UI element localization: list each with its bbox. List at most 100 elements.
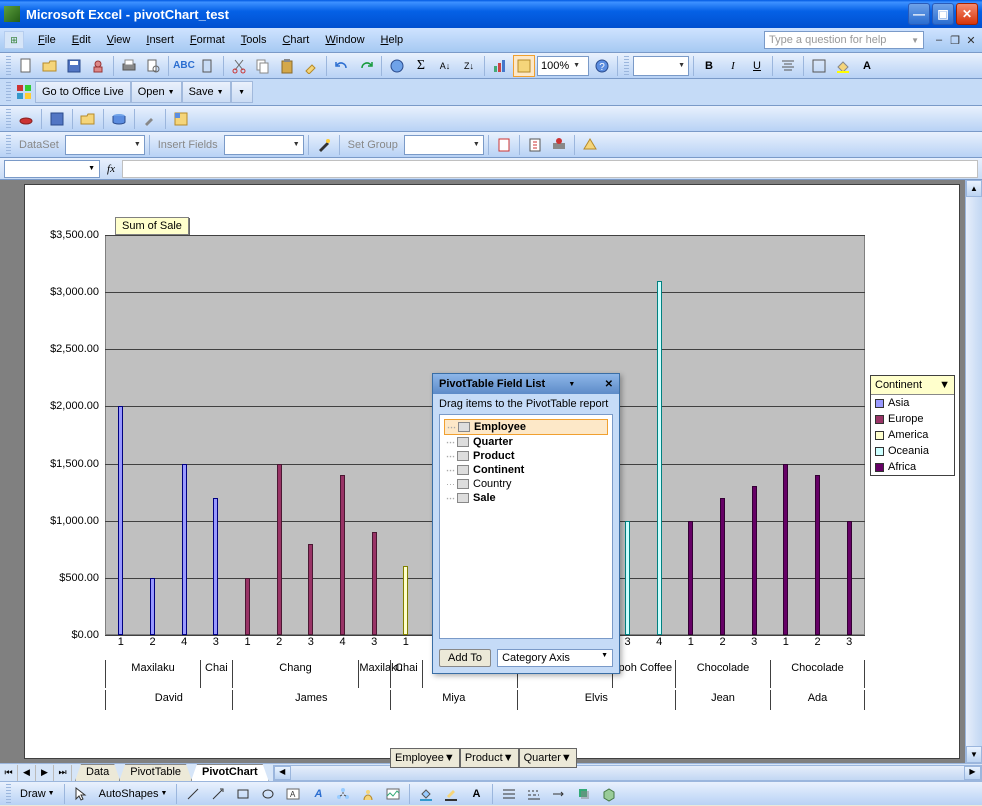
save-menu-button[interactable]: Save▼ (182, 81, 231, 103)
sort-desc-icon[interactable]: Z↓ (458, 55, 480, 77)
opus-disk-icon[interactable] (108, 108, 130, 130)
bar[interactable] (688, 521, 693, 635)
font-dropdown[interactable]: ▼ (633, 56, 689, 76)
undo-icon[interactable] (331, 55, 353, 77)
bar[interactable] (815, 475, 820, 635)
autoshapes-button[interactable]: AutoShapes▼ (95, 786, 172, 802)
field-list-body[interactable]: ⋯Employee⋯Quarter⋯Product⋯Continent⋯Coun… (439, 414, 613, 639)
drop-field-quarter[interactable]: Quarter▼ (519, 748, 577, 768)
font-color-icon[interactable]: A (856, 55, 878, 77)
line-style-icon[interactable] (498, 783, 520, 805)
maximize-button[interactable]: ▣ (932, 3, 954, 25)
copy-icon[interactable] (252, 55, 274, 77)
vertical-scrollbar[interactable]: ▲ ▼ (965, 180, 982, 763)
print-preview-icon[interactable] (142, 55, 164, 77)
arrow-style-icon[interactable] (548, 783, 570, 805)
italic-icon[interactable]: I (722, 55, 744, 77)
insertfields-dropdown[interactable]: ▼ (224, 135, 304, 155)
menu-help[interactable]: Help (373, 31, 412, 49)
app-menu-icon[interactable]: ⊞ (4, 31, 24, 49)
bar[interactable] (182, 464, 187, 635)
bar[interactable] (657, 281, 662, 635)
zoom-dropdown[interactable]: 100%▼ (537, 56, 589, 76)
sheet-tab-data[interactable]: Data (75, 764, 120, 781)
drop-field-product[interactable]: Product▼ (460, 748, 519, 768)
add-to-button[interactable]: Add To (439, 649, 491, 667)
3d-icon[interactable] (598, 783, 620, 805)
first-sheet-icon[interactable]: ⏮ (0, 765, 18, 781)
field-item-sale[interactable]: ⋯Sale (444, 491, 608, 505)
toolbar-grip[interactable] (6, 109, 11, 129)
bar[interactable] (783, 464, 788, 635)
legend-title[interactable]: Continent ▼ (871, 376, 954, 395)
permissions-icon[interactable] (87, 55, 109, 77)
drop-field-employee[interactable]: Employee▼ (390, 748, 460, 768)
field-list-close-icon[interactable]: ✕ (605, 379, 613, 390)
menu-chart[interactable]: Chart (274, 31, 317, 49)
opus-save-icon[interactable] (46, 108, 68, 130)
bar[interactable] (720, 498, 725, 635)
open-icon[interactable] (39, 55, 61, 77)
underline-icon[interactable]: U (746, 55, 768, 77)
clipart-icon[interactable] (357, 783, 379, 805)
legend-entry-oceania[interactable]: Oceania (871, 443, 954, 459)
toolbar-grip[interactable] (624, 56, 629, 76)
sum-of-sale-badge[interactable]: Sum of Sale (115, 217, 189, 235)
bar[interactable] (752, 486, 757, 635)
legend-dropdown-icon[interactable]: ▼ (939, 379, 950, 391)
toolbar-grip[interactable] (6, 135, 11, 155)
next-sheet-icon[interactable]: ▶ (36, 765, 54, 781)
horizontal-scrollbar[interactable]: ◀ ▶ (273, 765, 982, 781)
shadow-icon[interactable] (573, 783, 595, 805)
save-icon[interactable] (63, 55, 85, 77)
paste-icon[interactable] (276, 55, 298, 77)
db-icon-3[interactable] (548, 134, 570, 156)
new-icon[interactable] (15, 55, 37, 77)
bar[interactable] (340, 475, 345, 635)
menu-tools[interactable]: Tools (233, 31, 275, 49)
bar[interactable] (150, 578, 155, 635)
setgroup-dropdown[interactable]: ▼ (404, 135, 484, 155)
fill-color-picker-icon[interactable] (415, 783, 437, 805)
menu-view[interactable]: View (99, 31, 139, 49)
field-item-country[interactable]: ⋯Country (444, 477, 608, 491)
legend-entry-asia[interactable]: Asia (871, 395, 954, 411)
diagram-icon[interactable] (332, 783, 354, 805)
opus-pivot-icon[interactable] (170, 108, 192, 130)
print-icon[interactable] (118, 55, 140, 77)
menu-edit[interactable]: Edit (64, 31, 99, 49)
bar[interactable] (625, 521, 630, 635)
bar[interactable] (277, 464, 282, 635)
draw-menu-button[interactable]: Draw▼ (16, 786, 59, 802)
toolbar-grip[interactable] (6, 56, 11, 76)
arrow-select-icon[interactable] (70, 783, 92, 805)
help-icon[interactable]: ? (591, 55, 613, 77)
chart-wizard-icon[interactable] (489, 55, 511, 77)
field-item-product[interactable]: ⋯Product (444, 449, 608, 463)
db-icon-2[interactable] (524, 134, 546, 156)
toolbar-grip[interactable] (6, 784, 11, 804)
help-search-box[interactable]: Type a question for help ▼ (764, 31, 924, 49)
target-area-dropdown[interactable]: Category Axis ▼ (497, 649, 613, 667)
field-list-titlebar[interactable]: PivotTable Field List ▼ ✕ (433, 374, 619, 394)
db-icon-1[interactable] (493, 134, 515, 156)
scroll-up-icon[interactable]: ▲ (966, 180, 982, 197)
close-button[interactable]: ✕ (956, 3, 978, 25)
office-live-icon[interactable] (13, 81, 35, 103)
field-item-employee[interactable]: ⋯Employee (444, 419, 608, 435)
redo-icon[interactable] (355, 55, 377, 77)
line-icon[interactable] (182, 783, 204, 805)
toolbar-overflow-icon[interactable]: ▼ (231, 81, 253, 103)
picture-icon[interactable] (382, 783, 404, 805)
menu-window[interactable]: Window (317, 31, 372, 49)
opus-icon-1[interactable] (15, 108, 37, 130)
field-item-continent[interactable]: ⋯Continent (444, 463, 608, 477)
bar[interactable] (118, 406, 123, 635)
rectangle-icon[interactable] (232, 783, 254, 805)
drawing-toggle-icon[interactable] (513, 55, 535, 77)
arrow-icon[interactable] (207, 783, 229, 805)
hyperlink-icon[interactable] (386, 55, 408, 77)
menu-file[interactable]: File (30, 31, 64, 49)
borders-icon[interactable] (808, 55, 830, 77)
fill-color-icon[interactable] (832, 55, 854, 77)
